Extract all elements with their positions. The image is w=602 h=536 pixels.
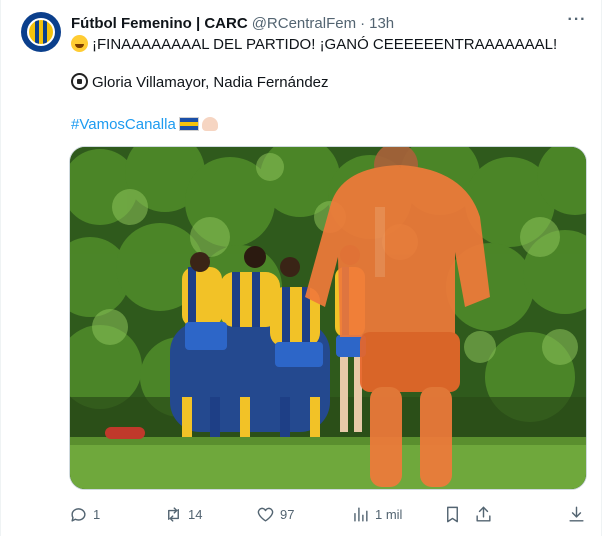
heart-icon (257, 507, 274, 522)
tweet-text-headline: ¡FINAAAAAAAAL DEL PARTIDO! ¡GANÓ CEEEEEE… (92, 36, 558, 53)
share-icon (476, 506, 491, 522)
bookmark-icon (447, 506, 458, 522)
action-bar: 1 14 97 1 mil (69, 503, 589, 525)
timestamp[interactable]: 13h (369, 15, 394, 32)
share-button[interactable] (474, 503, 493, 525)
more-options-icon[interactable]: ··· (565, 12, 589, 32)
analytics-icon (354, 506, 368, 522)
tweet-text-line-3: #VamosCanalla (71, 115, 218, 135)
retweet-icon (168, 506, 179, 522)
club-crest-icon (27, 18, 55, 46)
tweet-text-scorers: Gloria Villamayor, Nadia Fernández (92, 74, 329, 91)
like-button[interactable]: 97 (256, 503, 294, 525)
grinning-squinting-face-icon (71, 35, 88, 52)
tweet-text-line-1: ¡FINAAAAAAAAL DEL PARTIDO! ¡GANÓ CEEEEEE… (71, 35, 557, 55)
separator-dot: · (360, 14, 366, 32)
reply-button[interactable]: 1 (69, 503, 100, 525)
retweet-button[interactable]: 14 (164, 503, 202, 525)
tweet-photo[interactable] (69, 146, 587, 490)
retweet-count: 14 (188, 506, 203, 522)
reply-count: 1 (93, 506, 101, 522)
avatar[interactable] (21, 12, 61, 52)
download-button[interactable] (567, 503, 586, 525)
user-handle[interactable]: @RCentralFem (252, 15, 356, 32)
like-count: 97 (280, 506, 295, 522)
bookmark-button[interactable] (443, 503, 462, 525)
views-button[interactable]: 1 mil (351, 503, 402, 525)
download-icon (569, 506, 584, 522)
display-name[interactable]: Fútbol Femenino | CARC (71, 15, 248, 32)
tweet-card[interactable]: Fútbol Femenino | CARC @RCentralFem · 13… (0, 0, 602, 536)
reply-icon (71, 507, 86, 522)
tweet-text-line-2: Gloria Villamayor, Nadia Fernández (71, 73, 329, 93)
views-count: 1 mil (375, 506, 403, 522)
hashtag-link[interactable]: #VamosCanalla (71, 116, 176, 133)
soccer-ball-icon (71, 73, 88, 90)
tweet-header: Fútbol Femenino | CARC @RCentralFem · 13… (71, 13, 394, 33)
flag-icon (178, 117, 199, 131)
flexed-biceps-icon (201, 117, 218, 131)
